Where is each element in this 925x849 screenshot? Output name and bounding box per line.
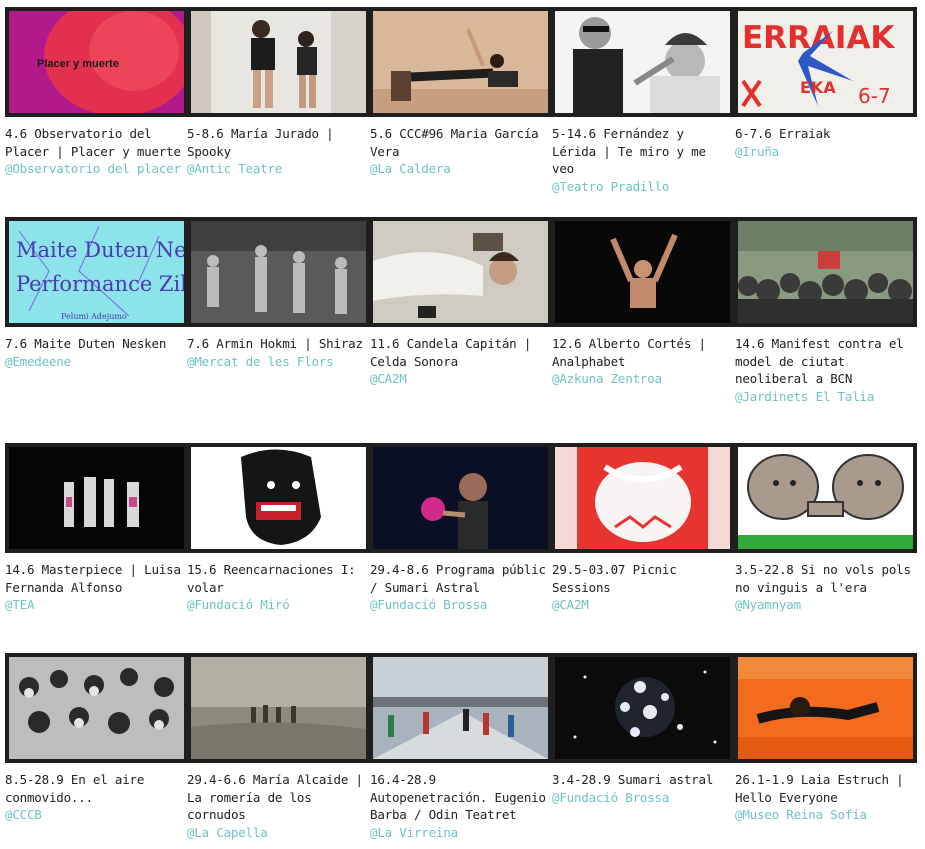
venue-link[interactable]: @Museo Reina Sofía: [735, 806, 911, 824]
event-title[interactable]: 14.6 Manifest contra el model de ciutat …: [735, 335, 911, 388]
event-thumbnail[interactable]: [738, 657, 913, 759]
event-thumbnail[interactable]: Placer y muerte: [9, 11, 184, 113]
venue-link[interactable]: @TEA: [5, 596, 181, 614]
event-thumbnail[interactable]: [373, 221, 548, 323]
event-title[interactable]: 29.4-8.6 Programa públic / Sumari Astral: [370, 561, 546, 596]
event-caption: 26.1-1.9 Laia Estruch | Hello Everyone @…: [735, 771, 911, 824]
thumbnail-strip: [5, 443, 917, 553]
thumb-line2: Performance Zikloa: [16, 272, 184, 296]
thumb-text: Placer y muerte: [37, 58, 119, 70]
event-caption: 3.5-22.8 Si no vols pols no vinguis a l'…: [735, 561, 911, 614]
thumb-line1: Maite Duten Nesken: [16, 238, 184, 262]
event-caption: 8.5-28.9 En el aire conmovido... @CCCB: [5, 771, 181, 824]
event-title[interactable]: 29.4-6.6 María Alcaide | La romería de l…: [187, 771, 363, 824]
event-title[interactable]: 3.4-28.9 Sumari astral: [552, 771, 728, 789]
venue-link[interactable]: @Teatro Pradillo: [552, 178, 728, 196]
event-thumbnail[interactable]: [191, 447, 366, 549]
event-thumbnail[interactable]: ERRAIAK EKA 6-7: [738, 11, 913, 113]
event-caption: 4.6 Observatorio del Placer | Placer y m…: [5, 125, 181, 178]
event-title[interactable]: 12.6 Alberto Cortés | Analphabet: [552, 335, 728, 370]
thumb-text: ERRAIAK: [742, 20, 895, 56]
venue-link[interactable]: @Jardinets El Talia: [735, 388, 911, 406]
event-title[interactable]: 4.6 Observatorio del Placer | Placer y m…: [5, 125, 181, 160]
venue-link[interactable]: @Nyamnyam: [735, 596, 911, 614]
event-thumbnail[interactable]: [191, 221, 366, 323]
event-row: 8.5-28.9 En el aire conmovido... @CCCB 2…: [5, 653, 917, 843]
event-caption: 5-14.6 Fernández y Lérida | Te miro y me…: [552, 125, 728, 195]
event-title[interactable]: 5-8.6 María Jurado | Spooky: [187, 125, 363, 160]
event-caption: 5.6 CCC#96 Maria García Vera @La Caldera: [370, 125, 546, 178]
event-title[interactable]: 26.1-1.9 Laia Estruch | Hello Everyone: [735, 771, 911, 806]
venue-link[interactable]: @Observatorio del placer: [5, 160, 181, 178]
event-thumbnail[interactable]: [9, 657, 184, 759]
event-thumbnail[interactable]: [555, 221, 730, 323]
thumbnail-strip: Placer y muerte ERRAIAK EKA 6-7: [5, 7, 917, 117]
event-caption: 7.6 Maite Duten Nesken @Emedeene: [5, 335, 181, 370]
event-row: Maite Duten Nesken Performance Zikloa Pe…: [5, 217, 917, 407]
event-title[interactable]: 11.6 Candela Capitán | Celda Sonora: [370, 335, 546, 370]
event-title[interactable]: 7.6 Maite Duten Nesken: [5, 335, 181, 353]
venue-link[interactable]: @Fundació Brossa: [552, 789, 728, 807]
event-title[interactable]: 14.6 Masterpiece | Luisa Fernanda Alfons…: [5, 561, 181, 596]
thumb-sub: EKA: [800, 78, 836, 97]
thumbnail-strip: [5, 653, 917, 763]
event-title[interactable]: 8.5-28.9 En el aire conmovido...: [5, 771, 181, 806]
event-caption: 3.4-28.9 Sumari astral @Fundació Brossa: [552, 771, 728, 806]
event-thumbnail[interactable]: [738, 221, 913, 323]
venue-link[interactable]: @La Caldera: [370, 160, 546, 178]
event-thumbnail[interactable]: [738, 447, 913, 549]
event-row: Placer y muerte ERRAIAK EKA 6-7 4.6 Obse…: [5, 7, 917, 197]
venue-link[interactable]: @Fundació Brossa: [370, 596, 546, 614]
venue-link[interactable]: @La Capella: [187, 824, 363, 842]
event-title[interactable]: 6-7.6 Erraiak: [735, 125, 911, 143]
venue-link[interactable]: @Emedeene: [5, 353, 181, 371]
event-title[interactable]: 29.5-03.07 Picnic Sessions: [552, 561, 728, 596]
venue-link[interactable]: @CA2M: [552, 596, 728, 614]
event-thumbnail[interactable]: [373, 11, 548, 113]
event-title[interactable]: 16.4-28.9 Autopenetración. Eugenio Barba…: [370, 771, 546, 824]
venue-link[interactable]: @Antic Teatre: [187, 160, 363, 178]
event-thumbnail[interactable]: [191, 657, 366, 759]
event-row: 14.6 Masterpiece | Luisa Fernanda Alfons…: [5, 443, 917, 633]
event-caption: 12.6 Alberto Cortés | Analphabet @Azkuna…: [552, 335, 728, 388]
venue-link[interactable]: @CA2M: [370, 370, 546, 388]
event-thumbnail[interactable]: [9, 447, 184, 549]
venue-link[interactable]: @CCCB: [5, 806, 181, 824]
event-caption: 29.4-6.6 María Alcaide | La romería de l…: [187, 771, 363, 841]
event-caption: 14.6 Manifest contra el model de ciutat …: [735, 335, 911, 405]
event-caption: 11.6 Candela Capitán | Celda Sonora @CA2…: [370, 335, 546, 388]
thumbnail-strip: Maite Duten Nesken Performance Zikloa Pe…: [5, 217, 917, 327]
thumb-date: 6-7: [858, 84, 891, 108]
event-caption: 16.4-28.9 Autopenetración. Eugenio Barba…: [370, 771, 546, 841]
event-caption: 29.5-03.07 Picnic Sessions @CA2M: [552, 561, 728, 614]
event-caption: 5-8.6 María Jurado | Spooky @Antic Teatr…: [187, 125, 363, 178]
event-thumbnail[interactable]: [555, 11, 730, 113]
event-caption: 29.4-8.6 Programa públic / Sumari Astral…: [370, 561, 546, 614]
event-caption: 7.6 Armin Hokmi | Shiraz @Mercat de les …: [187, 335, 363, 370]
event-thumbnail[interactable]: [191, 11, 366, 113]
event-thumbnail[interactable]: [373, 447, 548, 549]
venue-link[interactable]: @Iruña: [735, 143, 911, 161]
event-caption: 6-7.6 Erraiak @Iruña: [735, 125, 911, 160]
event-caption: 15.6 Reencarnaciones I: volar @Fundació …: [187, 561, 363, 614]
venue-link[interactable]: @Fundació Miró: [187, 596, 363, 614]
event-title[interactable]: 15.6 Reencarnaciones I: volar: [187, 561, 363, 596]
event-title[interactable]: 5.6 CCC#96 Maria García Vera: [370, 125, 546, 160]
event-title[interactable]: 3.5-22.8 Si no vols pols no vinguis a l'…: [735, 561, 911, 596]
event-title[interactable]: 5-14.6 Fernández y Lérida | Te miro y me…: [552, 125, 728, 178]
thumb-credit: Pelumi Adejumo: [61, 312, 127, 321]
event-thumbnail[interactable]: Maite Duten Nesken Performance Zikloa Pe…: [9, 221, 184, 323]
event-thumbnail[interactable]: [555, 447, 730, 549]
venue-link[interactable]: @Mercat de les Flors: [187, 353, 363, 371]
venue-link[interactable]: @Azkuna Zentroa: [552, 370, 728, 388]
event-title[interactable]: 7.6 Armin Hokmi | Shiraz: [187, 335, 363, 353]
venue-link[interactable]: @La Virreina: [370, 824, 546, 842]
event-thumbnail[interactable]: [555, 657, 730, 759]
event-caption: 14.6 Masterpiece | Luisa Fernanda Alfons…: [5, 561, 181, 614]
event-thumbnail[interactable]: [373, 657, 548, 759]
